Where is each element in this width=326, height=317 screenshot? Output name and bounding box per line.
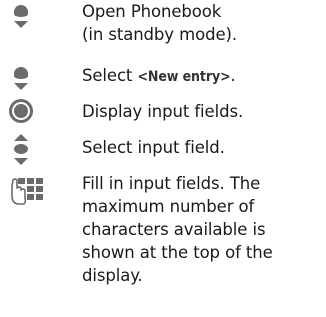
step-text: Select <New entry>.	[82, 64, 322, 89]
text-line: Fill in input fields. The	[82, 174, 261, 193]
text-prefix: Select	[82, 66, 138, 85]
text-suffix: .	[230, 66, 236, 85]
text-line: characters available is	[82, 220, 266, 239]
softkey-new-entry: <New entry>	[137, 69, 231, 85]
navigation-key-up-down-icon	[8, 132, 34, 166]
text-line: (in standby mode).	[82, 25, 237, 44]
keypad-hand-icon	[8, 176, 44, 208]
text-line: shown at the top of the	[82, 243, 273, 262]
step-text: Select input field.	[82, 136, 322, 159]
text-line: maximum number of	[82, 197, 255, 216]
step-text: Display input fields.	[82, 100, 322, 123]
text-line: Display input fields.	[82, 102, 244, 121]
text-line: display.	[82, 266, 143, 285]
center-key-icon	[8, 98, 34, 132]
text-line: Select input field.	[82, 138, 225, 157]
step-text: Fill in input fields. The maximum number…	[82, 172, 322, 287]
text-line: Open Phonebook	[82, 2, 222, 21]
navigation-key-down-icon	[8, 2, 34, 36]
step-text: Open Phonebook (in standby mode).	[82, 0, 322, 46]
navigation-key-down-icon	[8, 64, 34, 98]
